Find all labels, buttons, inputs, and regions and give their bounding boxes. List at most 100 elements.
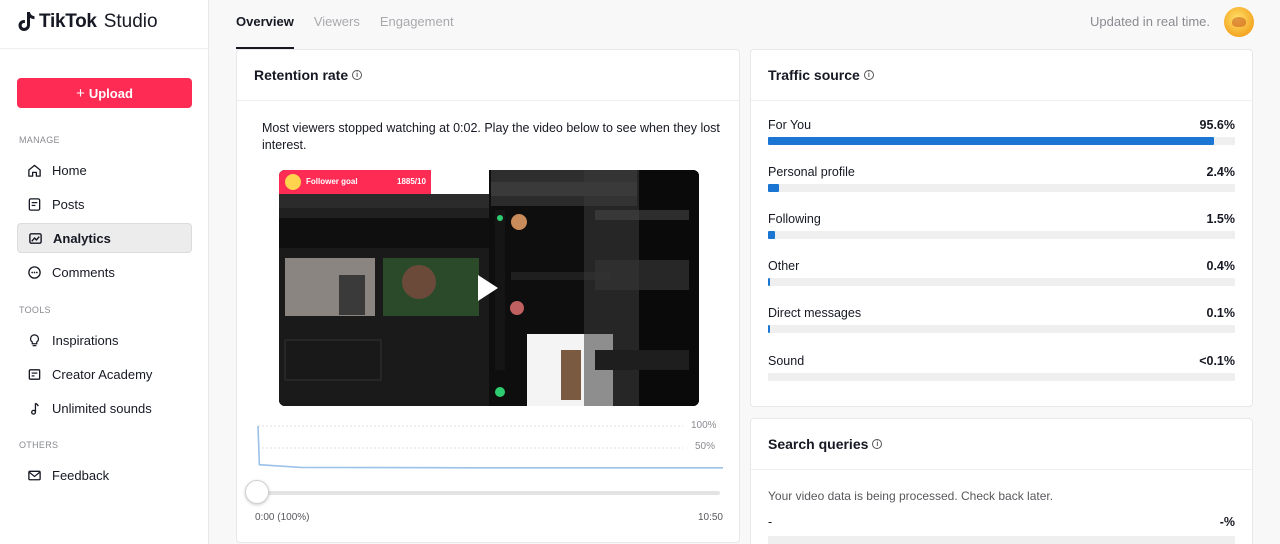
info-icon[interactable]: i xyxy=(872,439,883,449)
traffic-value: 95.6% xyxy=(1199,118,1235,132)
tab-overview[interactable]: Overview xyxy=(236,0,294,49)
sidebar-item-home[interactable]: Home xyxy=(17,155,192,185)
avatar-face xyxy=(1232,17,1246,27)
y-tick-100: 100% xyxy=(691,420,717,431)
tab-engagement[interactable]: Engagement xyxy=(380,0,454,49)
traffic-label: Personal profile xyxy=(768,165,855,179)
traffic-row-other: Other 0.4% xyxy=(768,259,1235,289)
avatar[interactable] xyxy=(1224,7,1254,37)
search-row-value: -% xyxy=(1219,515,1235,529)
analytics-tabs: Overview Viewers Engagement xyxy=(236,0,454,49)
section-label-tools: TOOLS xyxy=(19,305,51,315)
traffic-row-direct-messages: Direct messages 0.1% xyxy=(768,306,1235,336)
traffic-label: Sound xyxy=(768,354,805,368)
sidebar-item-label: Unlimited sounds xyxy=(52,400,152,416)
time-end-label: 10:50 xyxy=(697,512,723,523)
search-queries-card: Search queries i Your video data is bein… xyxy=(750,418,1253,544)
tiktok-studio-logo[interactable]: TikTok Studio xyxy=(18,11,158,33)
sidebar-item-unlimited-sounds[interactable]: Unlimited sounds xyxy=(17,393,192,423)
traffic-bar-track xyxy=(768,325,1235,333)
traffic-row-sound: Sound <0.1% xyxy=(768,354,1235,384)
traffic-bar-fill xyxy=(768,184,780,192)
sidebar-item-posts[interactable]: Posts xyxy=(17,189,192,219)
traffic-bar-track xyxy=(768,278,1235,286)
posts-icon xyxy=(26,196,42,212)
traffic-bar-track xyxy=(768,137,1235,145)
sidebar-item-label: Comments xyxy=(52,264,115,280)
divider xyxy=(0,48,209,49)
sidebar-item-label: Home xyxy=(52,162,87,178)
sidebar-item-feedback[interactable]: Feedback xyxy=(17,460,192,490)
retention-chart xyxy=(257,425,723,469)
traffic-bar-fill xyxy=(768,325,770,333)
search-bar-track xyxy=(768,536,1235,544)
music-note-icon xyxy=(26,400,42,416)
follower-goal-icon xyxy=(285,174,301,190)
academy-icon xyxy=(26,366,42,382)
search-title-text: Search queries xyxy=(768,436,869,452)
traffic-bar-fill xyxy=(768,278,770,286)
follower-goal-label: Follower goal xyxy=(306,177,358,186)
traffic-bar-track xyxy=(768,373,1235,381)
realtime-status: Updated in real time. xyxy=(1090,14,1210,29)
sidebar-item-inspirations[interactable]: Inspirations xyxy=(17,325,192,355)
info-icon[interactable]: i xyxy=(863,70,874,80)
traffic-bar-fill xyxy=(768,137,1215,145)
analytics-icon xyxy=(27,230,43,246)
traffic-label: Other xyxy=(768,259,800,273)
tiktok-logo-icon xyxy=(18,12,35,31)
retention-description: Most viewers stopped watching at 0:02. P… xyxy=(262,121,720,152)
sidebar-item-comments[interactable]: Comments xyxy=(17,257,192,287)
traffic-value: 1.5% xyxy=(1206,212,1236,226)
search-processing-message: Your video data is being processed. Chec… xyxy=(768,489,1054,503)
y-tick-50: 50% xyxy=(695,441,716,452)
sidebar-item-creator-academy[interactable]: Creator Academy xyxy=(17,359,192,389)
traffic-label: Direct messages xyxy=(768,306,862,320)
upload-label: Upload xyxy=(88,85,133,101)
section-label-manage: MANAGE xyxy=(19,135,60,145)
retention-card: Retention rate i Most viewers stopped wa… xyxy=(236,49,740,543)
play-icon[interactable] xyxy=(478,275,498,301)
video-player[interactable]: Follower goal 1885/10 xyxy=(279,170,699,406)
timeline-track[interactable] xyxy=(257,491,720,495)
plus-icon: + xyxy=(76,84,85,102)
retention-series-line xyxy=(257,425,723,469)
sidebar: TikTok Studio + Upload MANAGE Home Posts… xyxy=(0,0,209,544)
search-title: Search queries i xyxy=(768,436,883,452)
sidebar-item-label: Analytics xyxy=(53,230,111,246)
traffic-value: 0.1% xyxy=(1206,306,1236,320)
retention-title-text: Retention rate xyxy=(254,67,349,83)
sidebar-item-label: Posts xyxy=(52,196,85,212)
sidebar-item-analytics[interactable]: Analytics xyxy=(17,223,192,253)
timeline-handle[interactable] xyxy=(245,480,269,504)
traffic-label: Following xyxy=(768,212,821,226)
divider xyxy=(751,100,1252,101)
traffic-source-card: Traffic source i For You 95.6% Personal … xyxy=(750,49,1253,407)
traffic-row-personal-profile: Personal profile 2.4% xyxy=(768,165,1235,195)
traffic-row-following: Following 1.5% xyxy=(768,212,1235,242)
sidebar-item-label: Feedback xyxy=(52,467,110,483)
traffic-title-text: Traffic source xyxy=(768,67,860,83)
traffic-value: 2.4% xyxy=(1206,165,1236,179)
lightbulb-icon xyxy=(26,332,42,348)
home-icon xyxy=(26,162,42,178)
traffic-row-for-you: For You 95.6% xyxy=(768,118,1235,148)
info-icon[interactable]: i xyxy=(352,70,363,80)
traffic-bar-track xyxy=(768,184,1235,192)
traffic-label: For You xyxy=(768,118,812,132)
logo-brand: TikTok xyxy=(39,11,97,32)
sidebar-item-label: Inspirations xyxy=(52,332,119,348)
upload-button[interactable]: + Upload xyxy=(17,78,192,108)
traffic-value: <0.1% xyxy=(1199,354,1235,368)
retention-title: Retention rate i xyxy=(254,67,363,83)
divider xyxy=(237,100,739,101)
time-start-label: 0:00 (100%) xyxy=(255,512,310,523)
search-row-label: - xyxy=(768,515,773,529)
traffic-title: Traffic source i xyxy=(768,67,874,83)
follower-goal-value: 1885/10 xyxy=(397,177,426,186)
traffic-bar-fill xyxy=(768,231,775,239)
section-label-others: OTHERS xyxy=(19,440,59,450)
comments-icon xyxy=(26,264,42,280)
tab-viewers[interactable]: Viewers xyxy=(314,0,360,49)
sidebar-item-label: Creator Academy xyxy=(52,366,153,382)
